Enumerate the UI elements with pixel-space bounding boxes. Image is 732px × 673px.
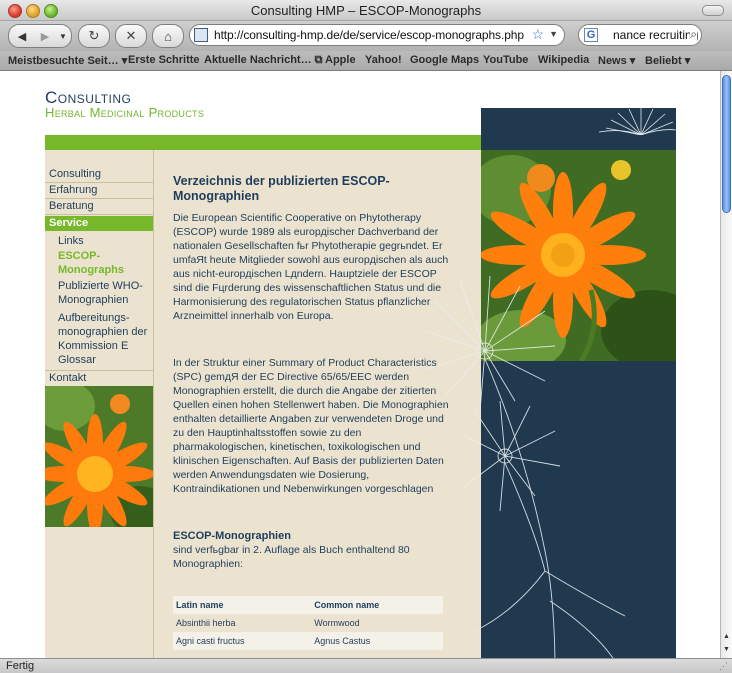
back-forward-control: ◀ ▶ ▼	[8, 24, 72, 48]
forward-arrow-icon: ▶	[40, 30, 50, 43]
nav-item-beratung[interactable]: Beratung	[45, 199, 153, 215]
nav-sub-links[interactable]: Links	[45, 234, 153, 248]
intro-paragraph: Die European Scientific Cooperative on P…	[173, 212, 449, 322]
web-page: Consulting Herbal Medicinal Products Con…	[0, 71, 720, 658]
resize-grip-icon[interactable]: ⋰	[719, 661, 728, 672]
address-bar[interactable]: http://consulting-hmp.de/de/service/esco…	[189, 24, 565, 46]
bookmark-google-maps[interactable]: Google Maps	[410, 54, 479, 66]
calendula-side-photo	[45, 386, 153, 527]
bookmarks-toolbar: Meistbesuchte Seit… ▾ Erste Schritte Akt…	[0, 51, 732, 71]
spc-paragraph: In der Struktur einer Summary of Product…	[173, 357, 449, 495]
nav-item-service[interactable]: Service	[45, 216, 153, 231]
search-input-value: nance recruiting	[613, 28, 699, 42]
search-engine-icon[interactable]: G	[584, 28, 598, 42]
scrollbar-thumb[interactable]	[722, 75, 731, 213]
site-logo-line2[interactable]: Herbal Medicinal Products	[45, 105, 204, 120]
table-header-row: Latin name Common name	[173, 596, 443, 614]
col-header-latin: Latin name	[173, 596, 312, 614]
table-cell: Agnus Castus	[311, 632, 443, 650]
search-field[interactable]: G nance recruiting ⌕	[578, 24, 702, 46]
nav-item-consulting[interactable]: Consulting	[45, 167, 153, 183]
table-row: Agni casti fructus Agnus Castus	[173, 632, 443, 650]
nav-sub-escop-monographs[interactable]: ESCOP-Monographs	[45, 249, 153, 277]
bookmark-popular[interactable]: Beliebt ▾	[645, 54, 690, 67]
green-header-bar	[45, 135, 481, 150]
bookmark-latest-news[interactable]: Aktuelle Nachricht… ⧉	[204, 54, 323, 67]
table-row-partial	[173, 650, 443, 658]
table-cell	[173, 650, 312, 658]
nav-item-erfahrung[interactable]: Erfahrung	[45, 183, 153, 199]
table-cell: Absinthii herba	[173, 614, 312, 632]
table-cell	[311, 650, 443, 658]
reload-button[interactable]: ↻	[78, 24, 110, 48]
table-row: Absinthii herba Wormwood	[173, 614, 443, 632]
vertical-scrollbar[interactable]: ▲ ▼	[720, 71, 732, 658]
nav-sub-kommission-e[interactable]: Aufbereitungs-monographien der Kommissio…	[45, 311, 153, 353]
forward-button[interactable]: ▶	[35, 25, 55, 47]
site-favicon-icon	[194, 28, 208, 42]
url-text: http://consulting-hmp.de/de/service/esco…	[214, 28, 524, 42]
column-divider	[153, 150, 154, 658]
chevron-down-icon: ▼	[59, 31, 67, 41]
history-dropdown-button[interactable]: ▼	[55, 25, 71, 47]
nav-sub-who-monographien[interactable]: Publizierte WHO-Monographien	[45, 279, 153, 307]
browser-window: Consulting HMP – ESCOP-Monographs ◀ ▶ ▼ …	[0, 0, 732, 673]
stop-button[interactable]: ✕	[115, 24, 147, 48]
bookmark-getting-started[interactable]: Erste Schritte	[128, 54, 200, 66]
stop-icon: ✕	[125, 28, 137, 43]
status-bar: Fertig ⋰	[0, 658, 732, 673]
search-icon[interactable]: ⌕	[690, 27, 697, 42]
flower-outline-decoration-icon	[598, 108, 676, 135]
bookmark-apple[interactable]: Apple	[325, 54, 356, 66]
back-arrow-icon: ◀	[17, 30, 27, 43]
reload-icon: ↻	[88, 28, 100, 43]
home-button[interactable]: ⌂	[152, 24, 184, 48]
availability-paragraph: sind verfьgbar in 2. Auflage als Buch en…	[173, 544, 410, 570]
bookmark-news[interactable]: News ▾	[598, 54, 635, 67]
scroll-down-arrow-icon[interactable]: ▼	[721, 644, 732, 655]
toolbar-toggle-button[interactable]	[702, 5, 724, 16]
scroll-up-arrow-icon[interactable]: ▲	[721, 631, 732, 642]
title-bar: Consulting HMP – ESCOP-Monographs	[0, 0, 732, 21]
home-icon: ⌂	[164, 28, 172, 44]
table-cell: Agni casti fructus	[173, 632, 312, 650]
window-title: Consulting HMP – ESCOP-Monographs	[250, 3, 482, 18]
page-heading: Verzeichnis der publizierten ESCOP-Monog…	[173, 174, 390, 203]
monographs-table: Latin name Common name Absinthii herba W…	[173, 596, 443, 658]
bookmark-youtube[interactable]: YouTube	[483, 54, 528, 66]
table-cell: Wormwood	[311, 614, 443, 632]
back-button[interactable]: ◀	[9, 25, 35, 47]
navigation-toolbar: ◀ ▶ ▼ ↻ ✕ ⌂ http://consulting-hmp.de/de/…	[0, 21, 732, 51]
bookmark-yahoo[interactable]: Yahoo!	[365, 54, 402, 66]
escop-subheading: ESCOP-Monographien	[173, 530, 291, 542]
nav-item-kontakt[interactable]: Kontakt	[45, 370, 153, 387]
url-history-dropdown-icon[interactable]: ▼	[549, 29, 558, 39]
nav-sub-glossar[interactable]: Glossar	[45, 353, 153, 367]
bookmark-star-icon[interactable]: ☆	[531, 26, 544, 43]
status-text: Fertig	[6, 660, 35, 672]
col-header-common: Common name	[311, 596, 443, 614]
calendula-photo	[481, 150, 676, 361]
bookmark-wikipedia[interactable]: Wikipedia	[538, 54, 589, 66]
bookmark-most-visited[interactable]: Meistbesuchte Seit… ▾	[8, 54, 127, 67]
